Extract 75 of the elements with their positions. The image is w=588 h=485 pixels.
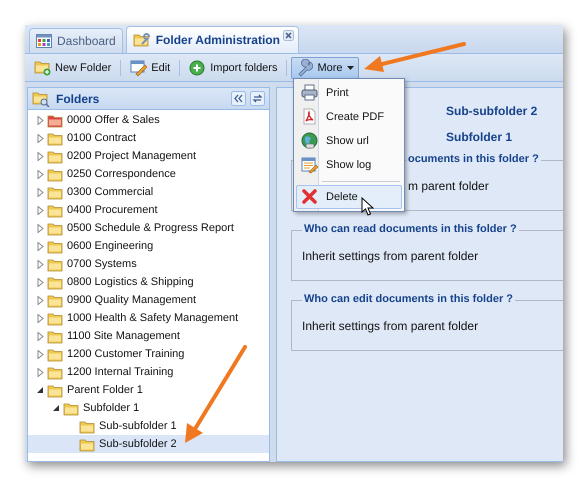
- printer-icon: [301, 84, 318, 102]
- folder-icon: [79, 436, 96, 452]
- refresh-icon[interactable]: [250, 91, 265, 106]
- tree-row[interactable]: 0800 Logistics & Shipping: [28, 273, 269, 291]
- menu-item[interactable]: Delete: [296, 185, 402, 209]
- tree-row[interactable]: 0500 Schedule & Progress Report: [28, 219, 269, 237]
- folder-icon: [47, 256, 64, 272]
- calendar-pencil-icon: [301, 156, 318, 174]
- tree-row[interactable]: 1200 Internal Training: [28, 363, 269, 381]
- section-text: Inherit settings from parent folder: [302, 249, 478, 263]
- folder-icon: [47, 220, 64, 236]
- folder-search-icon: [32, 90, 52, 107]
- cursor-icon: [361, 197, 374, 216]
- section-title: ocuments in this folder ?: [406, 153, 541, 165]
- tree-row[interactable]: Parent Folder 1: [28, 381, 269, 399]
- folder-icon: [47, 274, 64, 290]
- tree-row[interactable]: 0250 Correspondence: [28, 165, 269, 183]
- toolbar-button[interactable]: New Folder: [29, 56, 116, 78]
- folder-icon: [47, 184, 64, 200]
- folder-icon: [47, 166, 64, 182]
- menu-item[interactable]: Show log: [296, 153, 402, 177]
- folder-icon: [47, 382, 64, 398]
- folder-icon: [47, 364, 64, 380]
- menu-button[interactable]: More: [291, 56, 359, 78]
- field-value: Subfolder 1: [446, 130, 512, 144]
- dashboard-icon: [36, 34, 52, 48]
- delete-icon: [301, 188, 318, 206]
- pencil-window-icon: [130, 58, 148, 76]
- menu-item[interactable]: Create PDF: [296, 105, 402, 129]
- folder-icon: [63, 400, 80, 416]
- tree-row[interactable]: 0400 Procurement: [28, 201, 269, 219]
- folder-icon: [47, 112, 64, 128]
- folder-plus-icon: [34, 58, 51, 76]
- folder-icon: [47, 148, 64, 164]
- folder-icon: [47, 310, 64, 326]
- tree-row[interactable]: Subfolder 1: [28, 399, 269, 417]
- section-text: Inherit settings from parent folder: [302, 319, 478, 333]
- tree-row[interactable]: 0100 Contract: [28, 129, 269, 147]
- tab[interactable]: Dashboard: [29, 28, 123, 53]
- tree-row[interactable]: Sub-subfolder 2: [28, 435, 269, 453]
- tree-row[interactable]: 0300 Commercial: [28, 183, 269, 201]
- folder-icon: [47, 130, 64, 146]
- document-icon: [301, 108, 318, 126]
- folder-icon: [47, 292, 64, 308]
- tree-row[interactable]: 0000 Offer & Sales: [28, 111, 269, 129]
- section-text: m parent folder: [408, 179, 489, 193]
- wrench-icon: [296, 58, 314, 76]
- tree-row[interactable]: 0700 Systems: [28, 255, 269, 273]
- tree-row[interactable]: 1200 Customer Training: [28, 345, 269, 363]
- caret-icon: [346, 66, 354, 70]
- field-value: Sub-subfolder 2: [446, 104, 538, 118]
- folder-icon: [47, 346, 64, 362]
- close-icon[interactable]: [282, 30, 294, 41]
- tree-row[interactable]: Sub-subfolder 1: [28, 417, 269, 435]
- tree-row[interactable]: 1100 Site Management: [28, 327, 269, 345]
- section-title: Who can read documents in this folder ?: [302, 223, 519, 235]
- collapse-icon[interactable]: [231, 91, 246, 106]
- tree-row[interactable]: 0200 Project Management: [28, 147, 269, 165]
- tab[interactable]: Folder Administration: [126, 26, 299, 53]
- tree-row[interactable]: 0900 Quality Management: [28, 291, 269, 309]
- toolbar-button[interactable]: Edit: [125, 56, 176, 78]
- folder-icon: [79, 418, 96, 434]
- folder-icon: [47, 238, 64, 254]
- folder-icon: [47, 202, 64, 218]
- tree-row[interactable]: 1000 Health & Safety Management: [28, 309, 269, 327]
- globe-icon: [301, 132, 318, 150]
- menu-item[interactable]: Show url: [296, 129, 402, 153]
- folder-wrench-icon: [132, 32, 151, 48]
- section-title: Who can edit documents in this folder ?: [302, 293, 516, 305]
- toolbar-button[interactable]: Import folders: [184, 56, 282, 78]
- folder-icon: [47, 328, 64, 344]
- panel-title: Folders: [56, 92, 100, 106]
- plus-circle-icon: [189, 58, 206, 76]
- tree-row[interactable]: 0600 Engineering: [28, 237, 269, 255]
- menu-item[interactable]: Print: [296, 81, 402, 105]
